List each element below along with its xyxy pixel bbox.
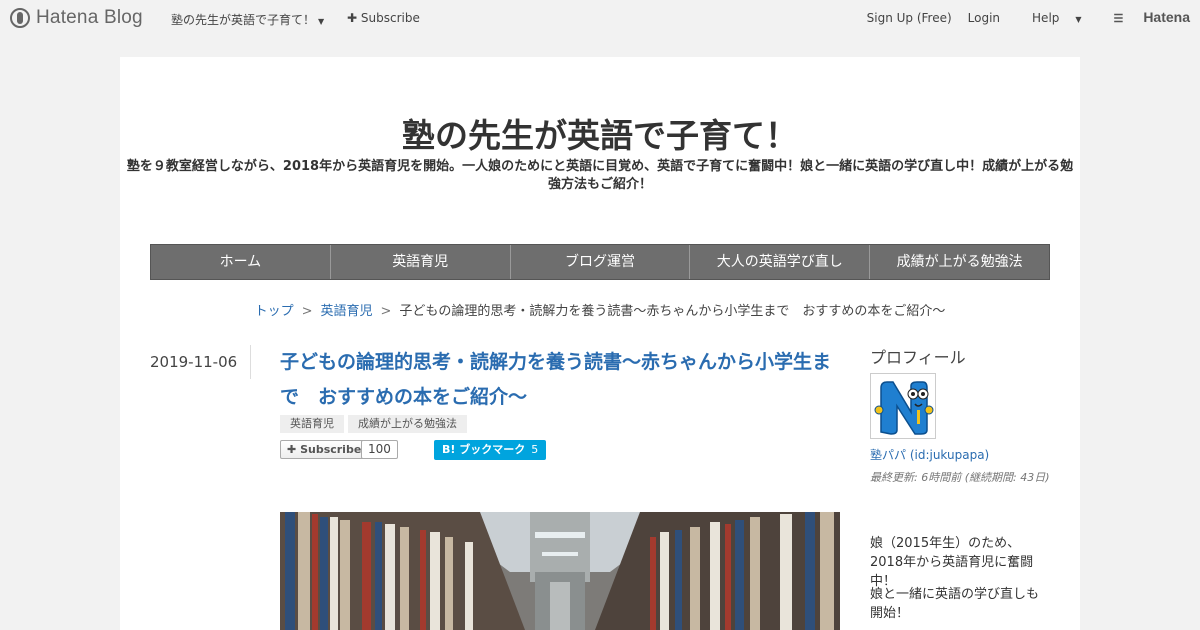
category-tag[interactable]: 英語育児 — [280, 415, 344, 433]
blog-menu-label: 塾の先生が英語で子育て！ — [171, 13, 316, 27]
breadcrumb-current: 子どもの論理的思考・読解力を養う読書～赤ちゃんから小学生まで おすすめの本をご紹… — [399, 304, 946, 319]
date-divider — [250, 345, 251, 379]
help-dropdown[interactable]: Help ▼ — [1016, 11, 1082, 25]
plus-icon: ✚ — [287, 443, 297, 456]
library-bookshelf-image — [280, 512, 840, 630]
nav-item-study-methods[interactable]: 成績が上がる勉強法 — [870, 245, 1049, 279]
profile-user-link[interactable]: 塾パパ (id:jukupapa) — [870, 446, 989, 463]
profile-heading: プロフィール — [870, 348, 966, 367]
nav-item-blog-management[interactable]: ブログ運営 — [511, 245, 691, 279]
blog-description: 塾を９教室経営しながら、2018年から英語育児を開始。一人娘のためにと英語に目覚… — [126, 159, 1074, 192]
profile-character-icon — [871, 374, 935, 438]
breadcrumb-separator: > — [301, 304, 313, 319]
plus-icon: ✚ — [347, 11, 358, 25]
hatena-blog-logo[interactable]: Hatena Blog — [10, 7, 143, 29]
breadcrumb-top[interactable]: トップ — [255, 304, 294, 319]
bookmark-label: B! ブックマーク — [442, 443, 526, 456]
nav-item-adult-english[interactable]: 大人の英語学び直し — [690, 245, 871, 279]
blog-menu-dropdown[interactable]: 塾の先生が英語で子育て！ ▼ — [171, 11, 324, 28]
subscribe-count[interactable]: 100 — [361, 440, 398, 459]
signup-link[interactable]: Sign Up (Free) — [867, 11, 952, 25]
hatena-bookmark-button[interactable]: B! ブックマーク 5 — [434, 440, 547, 460]
logo-text: Hatena Blog — [36, 7, 143, 28]
caret-down-icon: ▼ — [318, 17, 325, 26]
subscribe-button-label: Subscribe — [300, 443, 362, 456]
bookmark-count: 5 — [531, 443, 539, 456]
category-tag[interactable]: 成績が上がる勉強法 — [348, 415, 467, 433]
global-header: Hatena Blog 塾の先生が英語で子育て！ ▼ ✚ Subscribe Si… — [0, 0, 1200, 36]
bookshelf-photo-illustration — [280, 512, 840, 630]
account-links: Sign Up (Free) Login Help ▼ ☰ Hatena — [851, 9, 1190, 25]
breadcrumb-separator: > — [380, 304, 392, 319]
avatar[interactable] — [870, 373, 936, 439]
profile-intro-1: 娘（2015年生）のため、2018年から英語育児に奮闘中！ — [870, 536, 1034, 589]
profile-intro-2: 娘と一緒に英語の学び直しも開始！ — [870, 587, 1040, 621]
hatena-label: Hatena — [1143, 9, 1190, 25]
nav-item-english-parenting[interactable]: 英語育児 — [331, 245, 511, 279]
subscribe-label: Subscribe — [360, 11, 420, 25]
hatena-logo-link[interactable]: ☰ Hatena — [1098, 9, 1190, 25]
hatena-pen-icon — [10, 8, 30, 28]
nav-item-home[interactable]: ホーム — [151, 245, 331, 279]
entry-categories: 英語育児 成績が上がる勉強法 — [280, 415, 467, 433]
help-label: Help — [1032, 11, 1060, 25]
breadcrumb-category[interactable]: 英語育児 — [320, 304, 372, 319]
blog-container: 塾の先生が英語で子育て！ 塾を９教室経営しながら、2018年から英語育児を開始。… — [120, 57, 1080, 630]
global-nav: ホーム 英語育児 ブログ運営 大人の英語学び直し 成績が上がる勉強法 — [150, 244, 1050, 280]
login-link[interactable]: Login — [968, 11, 1000, 25]
subscribe-link[interactable]: ✚ Subscribe — [347, 11, 420, 25]
entry-subscribe-button[interactable]: ✚ Subscribe — [280, 440, 369, 459]
blog-title[interactable]: 塾の先生が英語で子育て！ — [120, 109, 1080, 157]
hatena-mark-icon: ☰ — [1113, 13, 1124, 25]
breadcrumb: トップ > 英語育児 > 子どもの論理的思考・読解力を養う読書～赤ちゃんから小学生まで … — [120, 300, 1080, 319]
caret-down-icon: ▼ — [1075, 15, 1082, 24]
entry-date[interactable]: 2019-11-06 — [150, 353, 237, 371]
entry-title[interactable]: 子どもの論理的思考・読解力を養う読書～赤ちゃんから小学生まで おすすめの本をご紹… — [280, 345, 840, 415]
profile-last-updated: 最終更新: 6時間前 (継続期間: 43日) — [870, 471, 1050, 484]
